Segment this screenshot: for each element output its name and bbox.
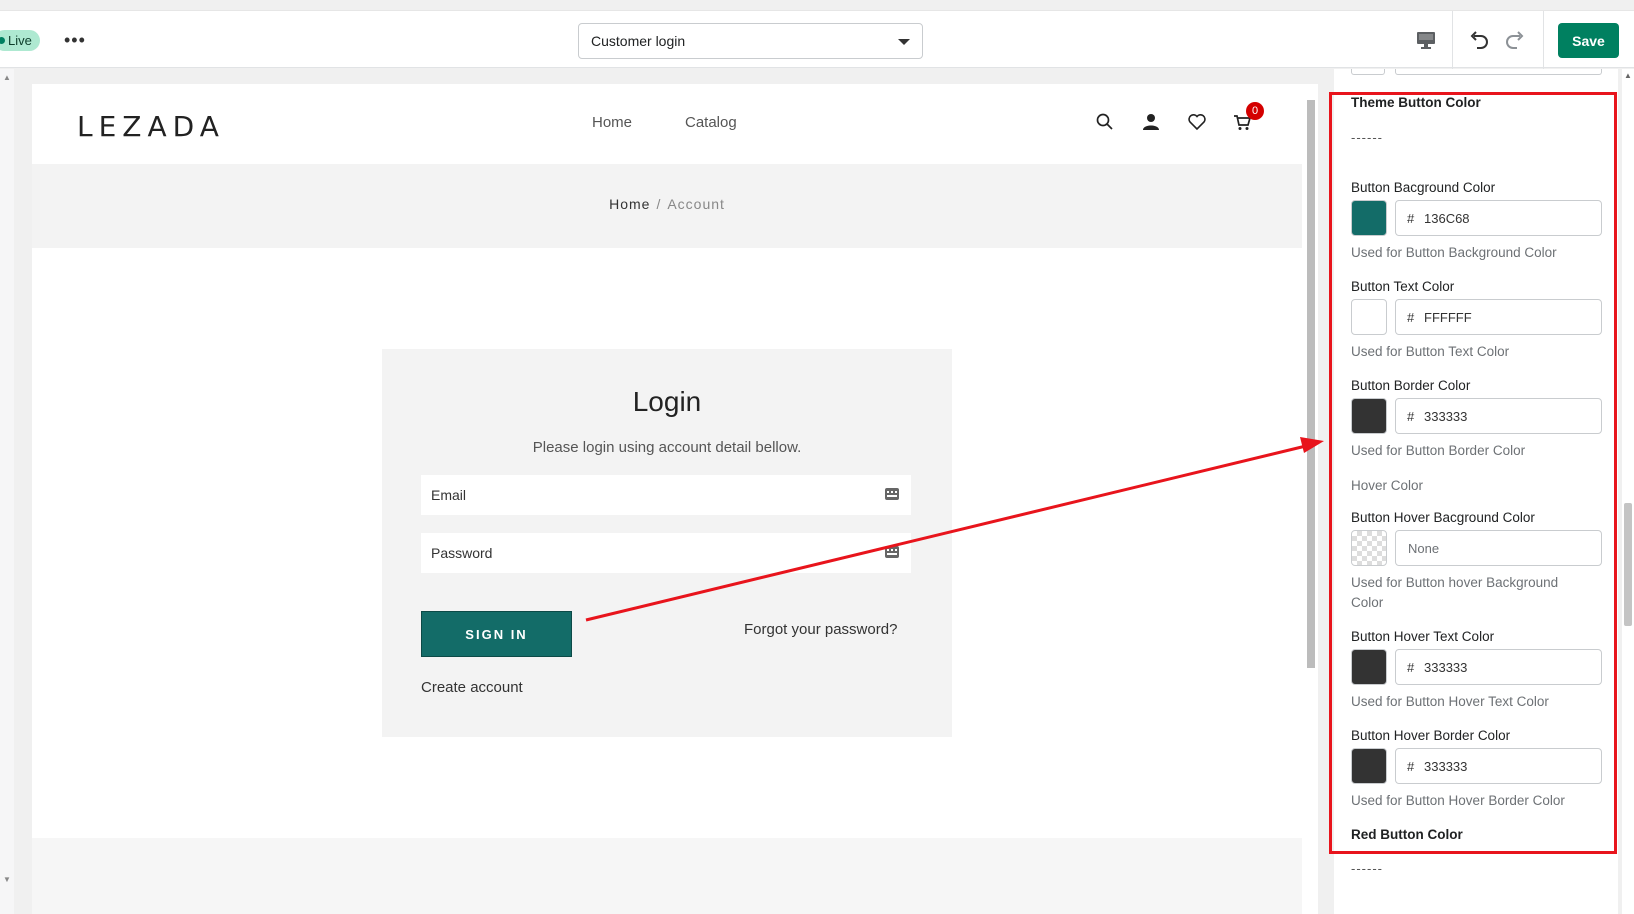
hover-border-color-label: Button Hover Border Color: [1351, 728, 1511, 743]
password-placeholder: Password: [431, 545, 493, 561]
left-scroll-gutter[interactable]: ▲ ▼: [0, 69, 14, 914]
hover-bg-color-swatch[interactable]: [1351, 530, 1387, 566]
button-bg-color-label: Button Bacground Color: [1351, 180, 1496, 195]
preview-scroll-thumb[interactable]: [1307, 100, 1315, 668]
autofill-key-icon[interactable]: [885, 545, 899, 559]
email-field[interactable]: Email: [421, 475, 911, 515]
hash-prefix: #: [1407, 409, 1415, 424]
login-form: Login Please login using account detail …: [382, 349, 952, 737]
breadcrumb-separator: /: [656, 196, 662, 212]
section-divider: ------: [1351, 130, 1383, 145]
autofill-key-icon[interactable]: [885, 487, 899, 501]
button-bg-color-swatch[interactable]: [1351, 200, 1387, 236]
breadcrumb-current: Account: [667, 196, 725, 212]
undo-icon[interactable]: [1466, 27, 1492, 53]
save-button[interactable]: Save: [1558, 23, 1619, 58]
button-border-color-label: Button Border Color: [1351, 378, 1471, 393]
button-border-color-input[interactable]: # 333333: [1395, 398, 1602, 434]
breadcrumb-home-link[interactable]: Home: [609, 196, 650, 212]
panel-scroll-thumb[interactable]: [1624, 503, 1632, 626]
live-badge: Live: [0, 30, 40, 51]
hex-value: 136C68: [1424, 211, 1470, 226]
hover-bg-color-input[interactable]: None: [1395, 530, 1602, 566]
toolbar-divider: [1543, 11, 1544, 69]
hex-value: 333333: [1424, 660, 1468, 675]
editor-topbar: Live ••• Customer login Save: [0, 10, 1634, 69]
nav-catalog-link[interactable]: Catalog: [685, 114, 737, 131]
search-icon[interactable]: [1095, 112, 1115, 132]
template-select-value: Customer login: [591, 33, 686, 49]
hash-prefix: #: [1407, 310, 1415, 325]
hover-border-color-input[interactable]: # 333333: [1395, 748, 1602, 784]
create-account-link[interactable]: Create account: [421, 679, 523, 696]
hover-border-color-help: Used for Button Hover Border Color: [1351, 793, 1565, 808]
toolbar-divider: [1452, 11, 1453, 69]
hover-color-heading: Hover Color: [1351, 478, 1424, 493]
desktop-preview-icon[interactable]: [1413, 27, 1439, 53]
redo-icon[interactable]: [1502, 27, 1528, 53]
hash-prefix: #: [1407, 211, 1415, 226]
hex-value: FFFFFF: [1424, 310, 1472, 325]
hash-prefix: #: [1407, 759, 1415, 774]
hex-value: 333333: [1424, 759, 1468, 774]
template-select[interactable]: Customer login: [578, 23, 923, 59]
panel-scrollbar[interactable]: ▲: [1622, 69, 1634, 914]
color-swatch[interactable]: [1351, 69, 1385, 75]
scroll-up-icon[interactable]: ▲: [3, 73, 11, 82]
settings-panel: Theme Button Color ------ Button Bacgrou…: [1334, 69, 1618, 914]
button-bg-color-help: Used for Button Background Color: [1351, 245, 1557, 260]
forgot-password-link[interactable]: Forgot your password?: [744, 621, 897, 638]
section-divider: ------: [1351, 861, 1383, 876]
button-bg-color-input[interactable]: # 136C68: [1395, 200, 1602, 236]
hover-text-color-label: Button Hover Text Color: [1351, 629, 1495, 644]
button-text-color-swatch[interactable]: [1351, 299, 1387, 335]
cart-count-badge: 0: [1246, 102, 1264, 120]
hover-border-color-swatch[interactable]: [1351, 748, 1387, 784]
hex-value: 333333: [1424, 409, 1468, 424]
wishlist-heart-icon[interactable]: [1187, 112, 1207, 132]
password-field[interactable]: Password: [421, 533, 911, 573]
hover-text-color-help: Used for Button Hover Text Color: [1351, 694, 1549, 709]
nav-home-link[interactable]: Home: [592, 114, 632, 131]
hover-bg-color-label: Button Hover Bacground Color: [1351, 510, 1535, 525]
store-logo[interactable]: LEZADA: [77, 110, 225, 143]
account-icon[interactable]: [1141, 112, 1161, 132]
more-actions-button[interactable]: •••: [64, 31, 86, 49]
none-value: None: [1408, 541, 1440, 556]
store-preview: LEZADA Home Catalog 0 Home / Account Login…: [32, 84, 1302, 914]
store-header: LEZADA Home Catalog 0: [32, 84, 1302, 164]
sign-in-button[interactable]: SIGN IN: [421, 611, 572, 657]
hover-text-color-input[interactable]: # 333333: [1395, 649, 1602, 685]
theme-button-color-heading: Theme Button Color: [1351, 95, 1481, 110]
button-border-color-swatch[interactable]: [1351, 398, 1387, 434]
button-text-color-input[interactable]: # FFFFFF: [1395, 299, 1602, 335]
hash-prefix: #: [1407, 660, 1415, 675]
preview-footer: [32, 838, 1302, 914]
color-hex-input[interactable]: [1395, 69, 1602, 75]
scroll-down-icon[interactable]: ▼: [3, 875, 11, 884]
login-title: Login: [632, 386, 702, 417]
scroll-up-icon[interactable]: ▲: [1624, 71, 1632, 80]
breadcrumb-band: Home / Account: [32, 164, 1302, 248]
preview-scrollbar[interactable]: [1302, 84, 1318, 914]
button-border-color-help: Used for Button Border Color: [1351, 443, 1526, 458]
button-text-color-help: Used for Button Text Color: [1351, 344, 1510, 359]
breadcrumb: Home / Account: [32, 196, 1302, 212]
hover-text-color-swatch[interactable]: [1351, 649, 1387, 685]
login-subtitle: Please login using account detail bellow…: [532, 439, 802, 456]
chevron-down-icon: [898, 39, 910, 45]
button-text-color-label: Button Text Color: [1351, 279, 1455, 294]
red-button-color-heading: Red Button Color: [1351, 827, 1463, 842]
hover-bg-color-help: Used for Button hover Background Color: [1351, 575, 1559, 610]
email-placeholder: Email: [431, 487, 467, 503]
